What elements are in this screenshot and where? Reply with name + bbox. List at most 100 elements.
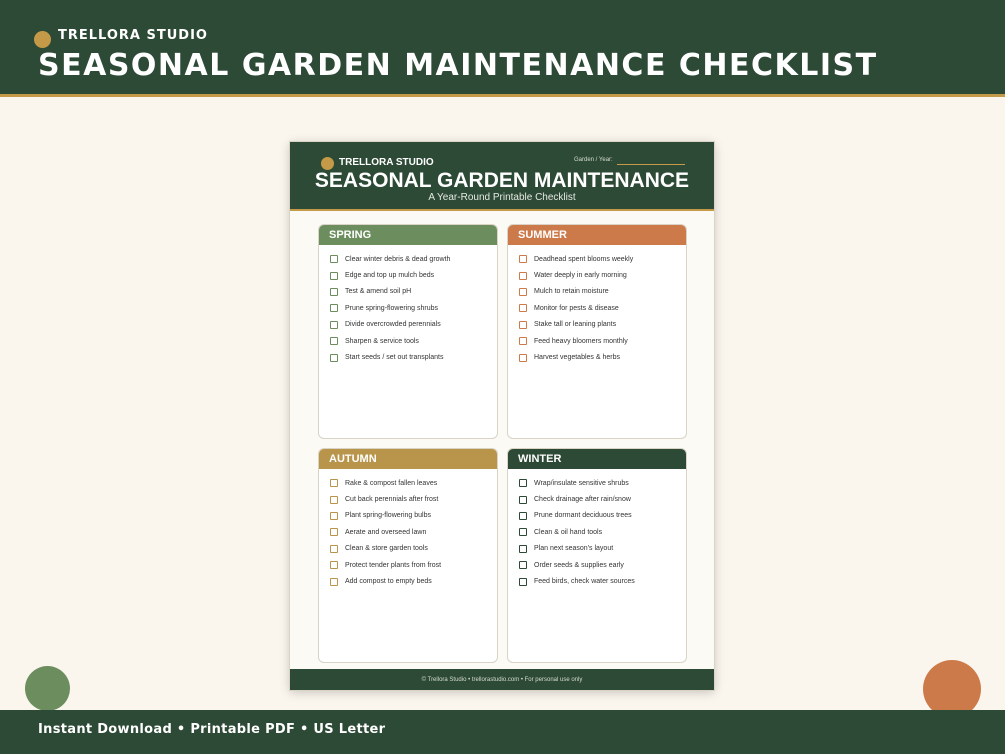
checkbox-icon xyxy=(519,561,527,570)
checklist-item-label: Plan next season's layout xyxy=(534,545,614,553)
garden-year-label: Garden / Year: xyxy=(574,157,613,163)
checklist-title: SEASONAL GARDEN MAINTENANCE xyxy=(314,169,690,192)
checklist-item: Prune spring-flowering shrubs xyxy=(330,300,497,316)
checklist-item: Plant spring-flowering bulbs xyxy=(330,508,497,524)
checklist-item-label: Harvest vegetables & herbs xyxy=(534,354,620,362)
checklist-item-label: Feed birds, check water sources xyxy=(534,578,635,586)
checkbox-icon xyxy=(330,528,338,537)
checklist-item-label: Wrap/insulate sensitive shrubs xyxy=(534,479,629,487)
product-features: Instant Download • Printable PDF • US Le… xyxy=(38,722,386,737)
checkbox-icon xyxy=(519,495,527,504)
checklist-item-label: Rake & compost fallen leaves xyxy=(345,479,438,487)
season-title: SPRING xyxy=(319,225,497,245)
checklist-item-label: Water deeply in early morning xyxy=(534,272,627,280)
checkbox-icon xyxy=(330,495,338,504)
checkbox-icon xyxy=(330,304,338,313)
checklist-item-label: Start seeds / set out transplants xyxy=(345,354,444,362)
checkbox-icon xyxy=(330,287,338,296)
checklist-item: Add compost to empty beds xyxy=(330,573,497,589)
checklist-item: Clear winter debris & dead growth xyxy=(330,251,497,267)
checklist-item: Prune dormant deciduous trees xyxy=(519,508,686,524)
checkbox-icon xyxy=(519,528,527,537)
checkbox-icon xyxy=(519,287,527,296)
checkbox-icon xyxy=(519,353,527,362)
checklist-subtitle: A Year-Round Printable Checklist xyxy=(428,192,576,203)
top-banner: TRELLORA STUDIO SEASONAL GARDEN MAINTENA… xyxy=(0,0,1005,97)
checkbox-icon xyxy=(519,320,527,329)
checklist-item: Clean & oil hand tools xyxy=(519,524,686,540)
checklist-item-label: Prune spring-flowering shrubs xyxy=(345,304,438,312)
checklist-item: Mulch to retain moisture xyxy=(519,284,686,300)
checklist-item: Stake tall or leaning plants xyxy=(519,317,686,333)
checkbox-icon xyxy=(519,479,527,488)
checkbox-icon xyxy=(330,320,338,329)
checkbox-icon xyxy=(330,577,338,586)
checklist-item-label: Stake tall or leaning plants xyxy=(534,321,617,329)
checklist-item: Test & amend soil pH xyxy=(330,284,497,300)
checklist-item: Water deeply in early morning xyxy=(519,267,686,283)
checklist-item: Sharpen & service tools xyxy=(330,333,497,349)
checklist-item-label: Deadhead spent blooms weekly xyxy=(534,255,634,263)
season-card-spring: SPRING Clear winter debris & dead growth… xyxy=(318,224,498,439)
checklist-item-label: Clean & store garden tools xyxy=(345,545,428,553)
checklist-item-label: Feed heavy bloomers monthly xyxy=(534,337,628,345)
checklist-footer: © Trellora Studio • trellorastudio.com •… xyxy=(290,669,714,690)
decorative-circle-green xyxy=(25,666,70,711)
checklist-items: Wrap/insulate sensitive shrubs Check drai… xyxy=(508,469,686,590)
checklist-item: Protect tender plants from frost xyxy=(330,557,497,573)
checklist-item-label: Test & amend soil pH xyxy=(345,288,412,296)
checklist-item: Wrap/insulate sensitive shrubs xyxy=(519,475,686,491)
checklist-item: Rake & compost fallen leaves xyxy=(330,475,497,491)
checklist-item: Edge and top up mulch beds xyxy=(330,267,497,283)
checklist-item-label: Aerate and overseed lawn xyxy=(345,528,427,536)
checklist-item: Feed heavy bloomers monthly xyxy=(519,333,686,349)
checklist-item: Harvest vegetables & herbs xyxy=(519,349,686,365)
checkbox-icon xyxy=(330,544,338,553)
checklist-header: TRELLORA STUDIO Garden / Year: SEASONAL … xyxy=(290,142,714,211)
season-card-autumn: AUTUMN Rake & compost fallen leaves Cut b… xyxy=(318,448,498,663)
checklist-item-label: Cut back perennials after frost xyxy=(345,496,439,504)
checklist-item: Clean & store garden tools xyxy=(330,541,497,557)
season-card-winter: WINTER Wrap/insulate sensitive shrubs Che… xyxy=(507,448,687,663)
checklist-items: Rake & compost fallen leaves Cut back per… xyxy=(319,469,497,590)
checklist-item-label: Mulch to retain moisture xyxy=(534,288,609,296)
checklist-item: Plan next season's layout xyxy=(519,541,686,557)
checklist-item: Start seeds / set out transplants xyxy=(330,349,497,365)
season-title: AUTUMN xyxy=(319,449,497,469)
checklist-item: Aerate and overseed lawn xyxy=(330,524,497,540)
checklist-item-label: Protect tender plants from frost xyxy=(345,561,442,569)
checklist-item: Check drainage after rain/snow xyxy=(519,491,686,507)
checkbox-icon xyxy=(330,271,338,280)
checklist-item-label: Add compost to empty beds xyxy=(345,578,432,586)
checklist-item: Divide overcrowded perennials xyxy=(330,317,497,333)
checkbox-icon xyxy=(330,561,338,570)
checkbox-icon xyxy=(330,479,338,488)
season-title: WINTER xyxy=(508,449,686,469)
checklist-item: Feed birds, check water sources xyxy=(519,573,686,589)
checklist-preview: TRELLORA STUDIO Garden / Year: SEASONAL … xyxy=(289,141,715,691)
checklist-item: Deadhead spent blooms weekly xyxy=(519,251,686,267)
checklist-item: Order seeds & supplies early xyxy=(519,557,686,573)
checklist-items: Clear winter debris & dead growth Edge an… xyxy=(319,245,497,366)
checklist-item: Cut back perennials after frost xyxy=(330,491,497,507)
checklist-item-label: Monitor for pests & disease xyxy=(534,304,619,312)
checkbox-icon xyxy=(330,255,338,264)
checkbox-icon xyxy=(519,271,527,280)
checkbox-icon xyxy=(519,544,527,553)
page-title: SEASONAL GARDEN MAINTENANCE CHECKLIST xyxy=(38,48,878,83)
checklist-item: Monitor for pests & disease xyxy=(519,300,686,316)
season-title: SUMMER xyxy=(508,225,686,245)
checkbox-icon xyxy=(519,511,527,520)
checklist-item-label: Order seeds & supplies early xyxy=(534,561,624,569)
checklist-item-label: Sharpen & service tools xyxy=(345,337,419,345)
checklist-item-label: Clean & oil hand tools xyxy=(534,528,603,536)
season-card-summer: SUMMER Deadhead spent blooms weekly Water… xyxy=(507,224,687,439)
brand-dot-icon xyxy=(34,31,51,48)
checkbox-icon xyxy=(330,337,338,346)
checkbox-icon xyxy=(519,255,527,264)
checklist-item-label: Divide overcrowded perennials xyxy=(345,321,441,329)
checklist-brand: TRELLORA STUDIO xyxy=(339,157,434,168)
checklist-item-label: Clear winter debris & dead growth xyxy=(345,255,451,263)
garden-year-line xyxy=(617,164,685,165)
brand-name: TRELLORA STUDIO xyxy=(58,28,208,43)
